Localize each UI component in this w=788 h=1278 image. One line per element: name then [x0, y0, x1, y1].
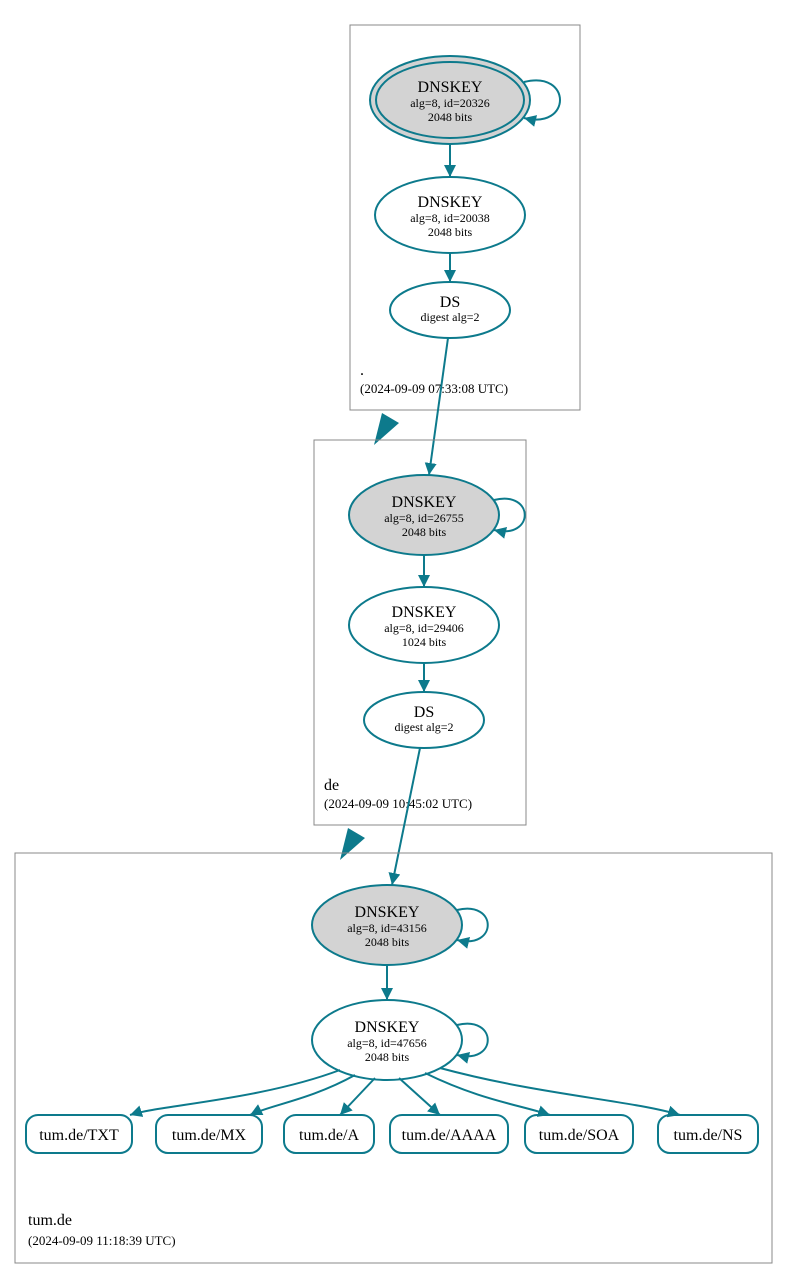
edge-zsk-to-a [340, 1078, 375, 1115]
de-ksk-line1: alg=8, id=26755 [384, 511, 464, 525]
record-aaaa: tum.de/AAAA [390, 1115, 508, 1153]
tum-ksk-line2: 2048 bits [365, 935, 410, 949]
node-tum-ksk: DNSKEY alg=8, id=43156 2048 bits [312, 885, 462, 965]
de-ksk-title: DNSKEY [392, 494, 457, 511]
root-zsk-title: DNSKEY [418, 194, 483, 211]
svg-text:tum.de/A: tum.de/A [299, 1127, 359, 1144]
edge-zsk-to-aaaa [399, 1078, 440, 1115]
root-ksk-line1: alg=8, id=20326 [410, 96, 490, 110]
node-de-ksk: DNSKEY alg=8, id=26755 2048 bits [349, 475, 499, 555]
root-zsk-line2: 2048 bits [428, 225, 473, 239]
root-zsk-line1: alg=8, id=20038 [410, 211, 490, 225]
zone-de: DNSKEY alg=8, id=26755 2048 bits DNSKEY … [314, 440, 526, 825]
edge-zsk-to-ns [440, 1068, 680, 1115]
zone-de-time: (2024-09-09 10:45:02 UTC) [324, 796, 472, 811]
svg-text:tum.de/SOA: tum.de/SOA [539, 1127, 620, 1144]
zone-tumde-time: (2024-09-09 11:18:39 UTC) [28, 1233, 176, 1248]
root-ksk-title: DNSKEY [418, 79, 483, 96]
de-zsk-title: DNSKEY [392, 604, 457, 621]
de-zsk-line2: 1024 bits [402, 635, 447, 649]
big-arrow-de-to-tum [340, 828, 365, 860]
tum-zsk-title: DNSKEY [355, 1019, 420, 1036]
de-ds-line1: digest alg=2 [394, 720, 453, 734]
de-ksk-line2: 2048 bits [402, 525, 447, 539]
zone-tumde-label: tum.de [28, 1212, 72, 1229]
svg-text:tum.de/TXT: tum.de/TXT [39, 1127, 119, 1144]
record-txt: tum.de/TXT [26, 1115, 132, 1153]
de-zsk-line1: alg=8, id=29406 [384, 621, 464, 635]
de-ds-title: DS [414, 704, 434, 721]
svg-text:tum.de/NS: tum.de/NS [674, 1127, 743, 1144]
edge-de-ds-to-tum-ksk [392, 748, 420, 885]
root-ds-line1: digest alg=2 [420, 310, 479, 324]
tum-ksk-title: DNSKEY [355, 904, 420, 921]
root-ds-title: DS [440, 294, 460, 311]
zone-root-label: . [360, 362, 364, 379]
zone-tumde: DNSKEY alg=8, id=43156 2048 bits DNSKEY … [15, 853, 772, 1263]
node-root-zsk: DNSKEY alg=8, id=20038 2048 bits [375, 177, 525, 253]
record-soa: tum.de/SOA [525, 1115, 633, 1153]
zone-de-label: de [324, 777, 339, 794]
tum-zsk-line2: 2048 bits [365, 1050, 410, 1064]
edge-root-ds-to-de-ksk [429, 338, 448, 475]
record-mx: tum.de/MX [156, 1115, 262, 1153]
svg-text:tum.de/AAAA: tum.de/AAAA [402, 1127, 497, 1144]
root-ksk-line2: 2048 bits [428, 110, 473, 124]
tum-zsk-line1: alg=8, id=47656 [347, 1036, 427, 1050]
node-tum-zsk: DNSKEY alg=8, id=47656 2048 bits [312, 1000, 462, 1080]
node-root-ds: DS digest alg=2 [390, 282, 510, 338]
svg-text:tum.de/MX: tum.de/MX [172, 1127, 247, 1144]
zone-root: DNSKEY alg=8, id=20326 2048 bits DNSKEY … [350, 25, 580, 410]
record-a: tum.de/A [284, 1115, 374, 1153]
node-de-zsk: DNSKEY alg=8, id=29406 1024 bits [349, 587, 499, 663]
record-ns: tum.de/NS [658, 1115, 758, 1153]
edge-zsk-to-txt [130, 1070, 340, 1115]
zone-root-time: (2024-09-09 07:33:08 UTC) [360, 381, 508, 396]
node-de-ds: DS digest alg=2 [364, 692, 484, 748]
node-root-ksk: DNSKEY alg=8, id=20326 2048 bits [370, 56, 530, 144]
tum-ksk-line1: alg=8, id=43156 [347, 921, 427, 935]
